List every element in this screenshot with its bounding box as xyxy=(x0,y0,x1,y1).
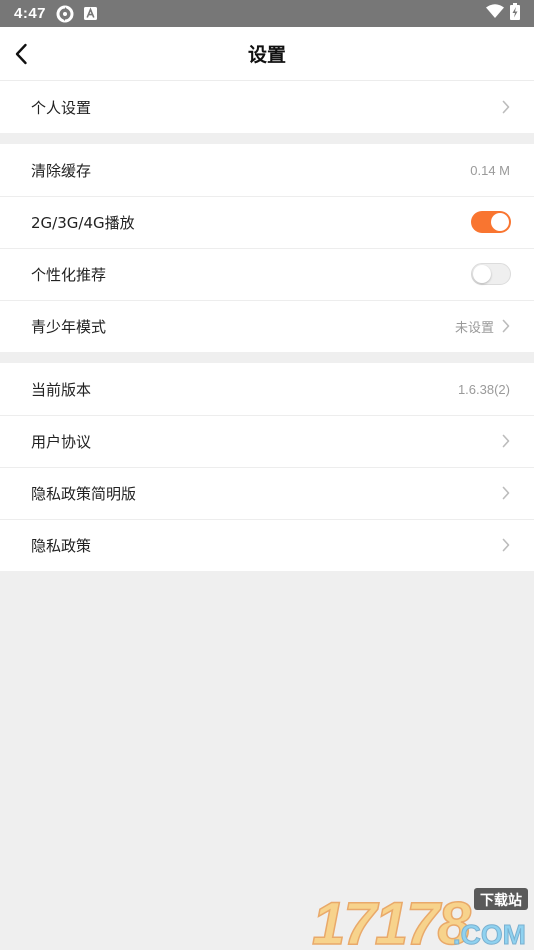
watermark-domain-text: .COM xyxy=(453,919,526,948)
teen-mode-status: 未设置 xyxy=(454,319,494,335)
row-privacy-summary[interactable]: 隐私政策简明版 xyxy=(0,467,534,519)
version-value: 1.6.38(2) xyxy=(457,381,510,397)
top-bar: 设置 xyxy=(0,27,534,81)
chevron-right-icon xyxy=(502,319,510,333)
personalized-recommendation-toggle[interactable] xyxy=(471,263,511,285)
toggle-knob xyxy=(491,213,509,231)
row-privacy-policy[interactable]: 隐私政策 xyxy=(0,519,534,571)
wifi-icon xyxy=(486,4,504,23)
row-label: 隐私政策简明版 xyxy=(31,484,137,503)
row-label: 青少年模式 xyxy=(31,317,107,336)
group-separator xyxy=(0,352,534,363)
watermark-number: 17178 xyxy=(311,889,474,950)
status-bar: 4:47 xyxy=(0,0,534,27)
settings-group-about: 当前版本 1.6.38(2) 用户协议 隐私政策简明版 隐私政策 xyxy=(0,363,534,571)
row-personalized-recommendation: 个性化推荐 xyxy=(0,248,534,300)
battery-charging-icon xyxy=(510,2,520,25)
chevron-right-icon xyxy=(502,486,510,500)
page-title: 设置 xyxy=(247,44,286,66)
sync-icon xyxy=(56,5,74,23)
mobile-play-toggle[interactable] xyxy=(471,211,511,233)
row-label: 当前版本 xyxy=(31,380,92,399)
site-watermark-logo: 17178 下载站 .COM xyxy=(310,886,530,950)
row-clear-cache[interactable]: 清除缓存 0.14 M xyxy=(0,144,534,196)
row-current-version: 当前版本 1.6.38(2) xyxy=(0,363,534,415)
watermark-tag-text: 下载站 xyxy=(480,892,522,909)
back-button[interactable] xyxy=(4,37,38,71)
cache-size-value: 0.14 M xyxy=(470,162,510,178)
watermark-number-text: 17178 xyxy=(312,890,471,948)
row-label: 清除缓存 xyxy=(31,161,92,180)
row-label: 用户协议 xyxy=(31,432,92,451)
row-mobile-network-play: 2G/3G/4G播放 xyxy=(0,196,534,248)
row-label: 隐私政策 xyxy=(31,536,92,555)
settings-group-general: 清除缓存 0.14 M 2G/3G/4G播放 个性化推荐 青少年模式 未设置 xyxy=(0,144,534,352)
row-user-agreement[interactable]: 用户协议 xyxy=(0,415,534,467)
a-notification-icon xyxy=(84,7,98,20)
toggle-knob xyxy=(473,265,491,283)
row-label: 2G/3G/4G播放 xyxy=(31,213,135,232)
row-label: 个性化推荐 xyxy=(31,265,107,284)
chevron-right-icon xyxy=(502,100,510,114)
row-teen-mode[interactable]: 青少年模式 未设置 xyxy=(0,300,534,352)
settings-group-account: 个人设置 xyxy=(0,81,534,133)
row-personal-settings[interactable]: 个人设置 xyxy=(0,81,534,133)
row-label: 个人设置 xyxy=(31,98,92,117)
group-separator xyxy=(0,133,534,144)
chevron-right-icon xyxy=(502,538,510,552)
status-time: 4:47 xyxy=(14,5,47,22)
chevron-left-icon xyxy=(15,43,27,65)
chevron-right-icon xyxy=(502,434,510,448)
